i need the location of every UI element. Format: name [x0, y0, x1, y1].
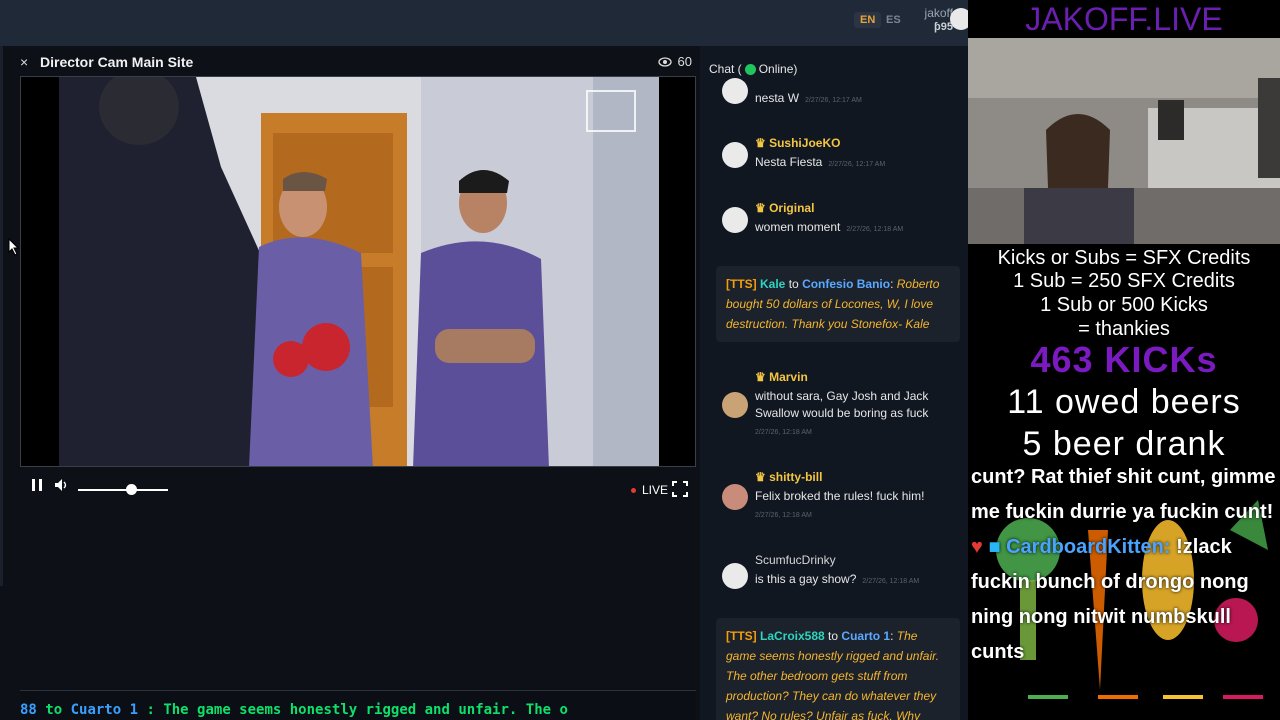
chat-message-text: women moment 2/27/26, 12:18 AM	[755, 220, 904, 234]
tts-sender[interactable]: LaCroix588	[760, 629, 825, 643]
player-title: Director Cam Main Site	[40, 54, 194, 70]
close-player-button[interactable]: ×	[20, 54, 40, 70]
volume-track	[78, 489, 168, 491]
caption-text-a: cunt? Rat thief shit cunt, gimme me fuck…	[971, 466, 1276, 523]
caption-username: CardboardKitten:	[1006, 536, 1171, 558]
chat-title: Chat (	[709, 62, 742, 76]
chat-avatar	[722, 142, 748, 168]
brand-title: JAKOFF.LIVE	[1025, 1, 1223, 37]
video-player[interactable]	[20, 76, 696, 467]
eye-icon	[657, 56, 672, 67]
language-en-button[interactable]: EN	[854, 12, 882, 28]
chat-message-text: nesta W 2/27/26, 12:17 AM	[755, 91, 862, 105]
overlay-line-2: 1 Sub = 250 SFX Credits	[1013, 270, 1235, 292]
tts-to: to	[788, 277, 799, 291]
volume-knob[interactable]	[126, 484, 137, 495]
chat-username[interactable]: ♛ SushiJoeKO	[755, 136, 840, 150]
pause-icon	[32, 479, 42, 491]
player-header: × Director Cam Main Site 60	[20, 50, 696, 74]
left-sidebar-edge	[0, 46, 3, 586]
chat-avatar	[722, 207, 748, 233]
viewer-count: 60	[657, 54, 692, 69]
chat-header: Chat ( Online)	[709, 62, 797, 76]
ticker-room: Cuarto 1	[70, 702, 139, 718]
tts-sender[interactable]: Kale	[760, 277, 785, 291]
tts-caption: cunt? Rat thief shit cunt, gimme me fuck…	[971, 460, 1276, 670]
live-dot-icon	[631, 487, 636, 493]
owed-beers-counter: 11 owed beers	[1007, 383, 1241, 421]
username: jakoff	[924, 6, 953, 20]
webcam-image	[968, 38, 1280, 244]
tts-tag: [TTS]	[726, 629, 757, 643]
chat-avatar	[722, 563, 748, 589]
ticker-to: to	[45, 702, 63, 718]
online-status-icon	[744, 63, 756, 75]
chat-avatar	[722, 484, 748, 510]
tts-message: [TTS] LaCroix588 to Cuarto 1: The game s…	[716, 618, 960, 720]
tts-ticker: 88 to Cuarto 1 : The game seems honestly…	[20, 690, 696, 720]
viewer-count-value: 60	[677, 54, 692, 69]
coin-balance: ƥ95	[934, 21, 953, 33]
chat-message-text: Nesta Fiesta 2/27/26, 12:17 AM	[755, 155, 886, 169]
top-bar: EN ES jakoff ƥ95	[0, 0, 972, 46]
tts-message: [TTS] Kale to Confesio Banio: Roberto bo…	[716, 266, 960, 342]
webcam-feed	[968, 38, 1280, 244]
ticker-prefix: 88	[20, 702, 37, 718]
overlay-line-3: 1 Sub or 500 Kicks	[1040, 294, 1208, 316]
player-controls: LIVE	[20, 478, 696, 502]
kicks-counter: 463 KICKs	[1030, 339, 1218, 380]
chat-message-text: is this a gay show? 2/27/26, 12:18 AM	[755, 572, 920, 586]
chat-message-text: without sara, Gay Josh and Jack Swallow …	[755, 389, 929, 436]
volume-icon	[55, 479, 67, 491]
chat-username[interactable]: ♛ Marvin	[755, 370, 808, 384]
live-indicator: LIVE	[631, 483, 668, 497]
fullscreen-button[interactable]	[672, 481, 688, 500]
chat-avatar	[722, 78, 748, 104]
chat-message-text: Felix broked the rules! fuck him! 2/27/26…	[755, 489, 925, 519]
ticker-text: : The game seems honestly rigged and unf…	[146, 702, 568, 718]
chat-status: Online)	[758, 62, 798, 76]
chat-username[interactable]: ♛ Original	[755, 201, 814, 215]
live-label: LIVE	[642, 483, 669, 497]
tts-to: to	[828, 629, 839, 643]
tts-recipient[interactable]: Confesio Banio	[802, 277, 890, 291]
mute-button[interactable]	[54, 478, 70, 495]
user-menu[interactable]: jakoff ƥ95	[905, 6, 953, 34]
chat-panel: Chat ( Online) nesta W 2/27/26, 12:17 AM …	[700, 46, 968, 720]
cube-icon: ■	[988, 536, 1001, 558]
overlay-line-4: = thankies	[1078, 318, 1170, 340]
heart-icon: ♥	[971, 536, 983, 558]
language-es-button[interactable]: ES	[880, 12, 907, 28]
pause-button[interactable]	[30, 478, 44, 495]
chat-avatar	[722, 392, 748, 418]
chat-username[interactable]: ♛ shitty-bill	[755, 470, 822, 484]
fullscreen-icon	[672, 481, 688, 497]
mouse-cursor-icon	[8, 238, 20, 256]
tts-recipient[interactable]: Cuarto 1	[841, 629, 890, 643]
video-frame	[21, 77, 695, 466]
chat-username[interactable]: ScumfucDrinky	[755, 553, 836, 567]
beers-drank-counter: 5 beer drank	[1022, 425, 1226, 463]
overlay-line-1: Kicks or Subs = SFX Credits	[997, 247, 1251, 269]
stream-overlay: JAKOFF.LIVE Kicks or Subs = SFX Credits …	[968, 0, 1280, 720]
tts-tag: [TTS]	[726, 277, 757, 291]
